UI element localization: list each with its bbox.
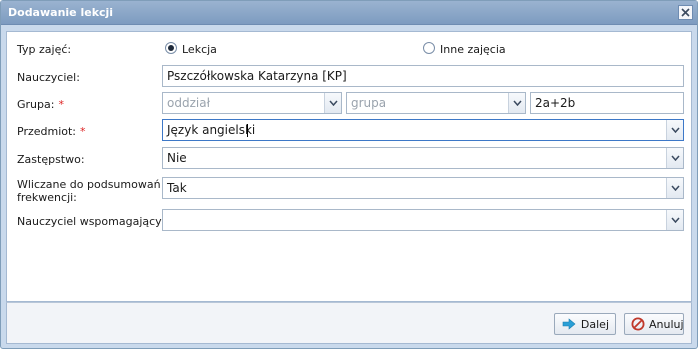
group-select-value: grupa [351, 96, 387, 110]
radio-other-activities[interactable] [423, 42, 435, 54]
next-button[interactable]: Dalej [554, 313, 616, 335]
group-required-mark: * [58, 98, 64, 111]
radio-lesson[interactable] [165, 42, 177, 54]
dialog-footer: Dalej Anuluj [6, 302, 692, 344]
next-button-label: Dalej [580, 317, 609, 331]
dialog-title-bar[interactable]: Dodawanie lekcji [1, 1, 697, 25]
add-lesson-dialog: Dodawanie lekcji Typ zajęć: Lekcja Inne … [0, 0, 698, 349]
subject-label-text: Przedmiot: [17, 125, 77, 138]
radio-other-activities-label[interactable]: Inne zajęcia [440, 43, 506, 56]
group-label-text: Grupa: [17, 98, 55, 111]
division-select[interactable]: oddział [162, 92, 342, 114]
chevron-down-icon[interactable] [666, 210, 683, 230]
chevron-down-icon[interactable] [324, 93, 341, 113]
radio-lesson-label[interactable]: Lekcja [182, 43, 217, 56]
form-panel: Typ zajęć: Lekcja Inne zajęcia Nauczycie… [6, 31, 692, 302]
attendance-select[interactable]: Tak [162, 177, 684, 199]
division-select-value: oddział [167, 96, 210, 110]
chevron-down-icon[interactable] [666, 120, 683, 140]
lesson-type-label: Typ zajęć: [17, 43, 72, 56]
cancel-icon [631, 316, 645, 332]
arrow-right-icon [561, 316, 577, 332]
substitution-select-value: Nie [167, 151, 187, 165]
group-select[interactable]: grupa [346, 92, 526, 114]
group-label: Grupa: * [17, 98, 64, 111]
close-button[interactable] [678, 5, 693, 20]
subject-required-mark: * [80, 125, 86, 138]
attendance-label-line1: Wliczane do podsumowań [17, 178, 161, 191]
group-code-field[interactable]: 2a+2b [530, 92, 684, 114]
attendance-label-line2: frekwencji: [17, 191, 77, 204]
dialog-title: Dodawanie lekcji [8, 6, 114, 19]
subject-select-value: Język angielski [167, 123, 256, 137]
cancel-button-label: Anuluj [649, 317, 684, 331]
close-icon [681, 8, 690, 17]
teacher-label: Nauczyciel: [17, 71, 80, 84]
assistant-teacher-label: Nauczyciel wspomagający: [17, 215, 165, 228]
attendance-select-value: Tak [167, 181, 187, 195]
substitution-label: Zastępstwo: [17, 153, 85, 166]
chevron-down-icon[interactable] [666, 148, 683, 168]
chevron-down-icon[interactable] [508, 93, 525, 113]
cancel-button[interactable]: Anuluj [624, 313, 684, 335]
text-cursor [247, 124, 248, 137]
teacher-field[interactable]: Pszczółkowska Katarzyna [KP] [162, 65, 684, 87]
substitution-select[interactable]: Nie [162, 147, 684, 169]
subject-label: Przedmiot: * [17, 125, 86, 138]
assistant-teacher-select[interactable] [162, 209, 684, 231]
subject-select[interactable]: Język angielski [162, 119, 684, 141]
chevron-down-icon[interactable] [666, 178, 683, 198]
